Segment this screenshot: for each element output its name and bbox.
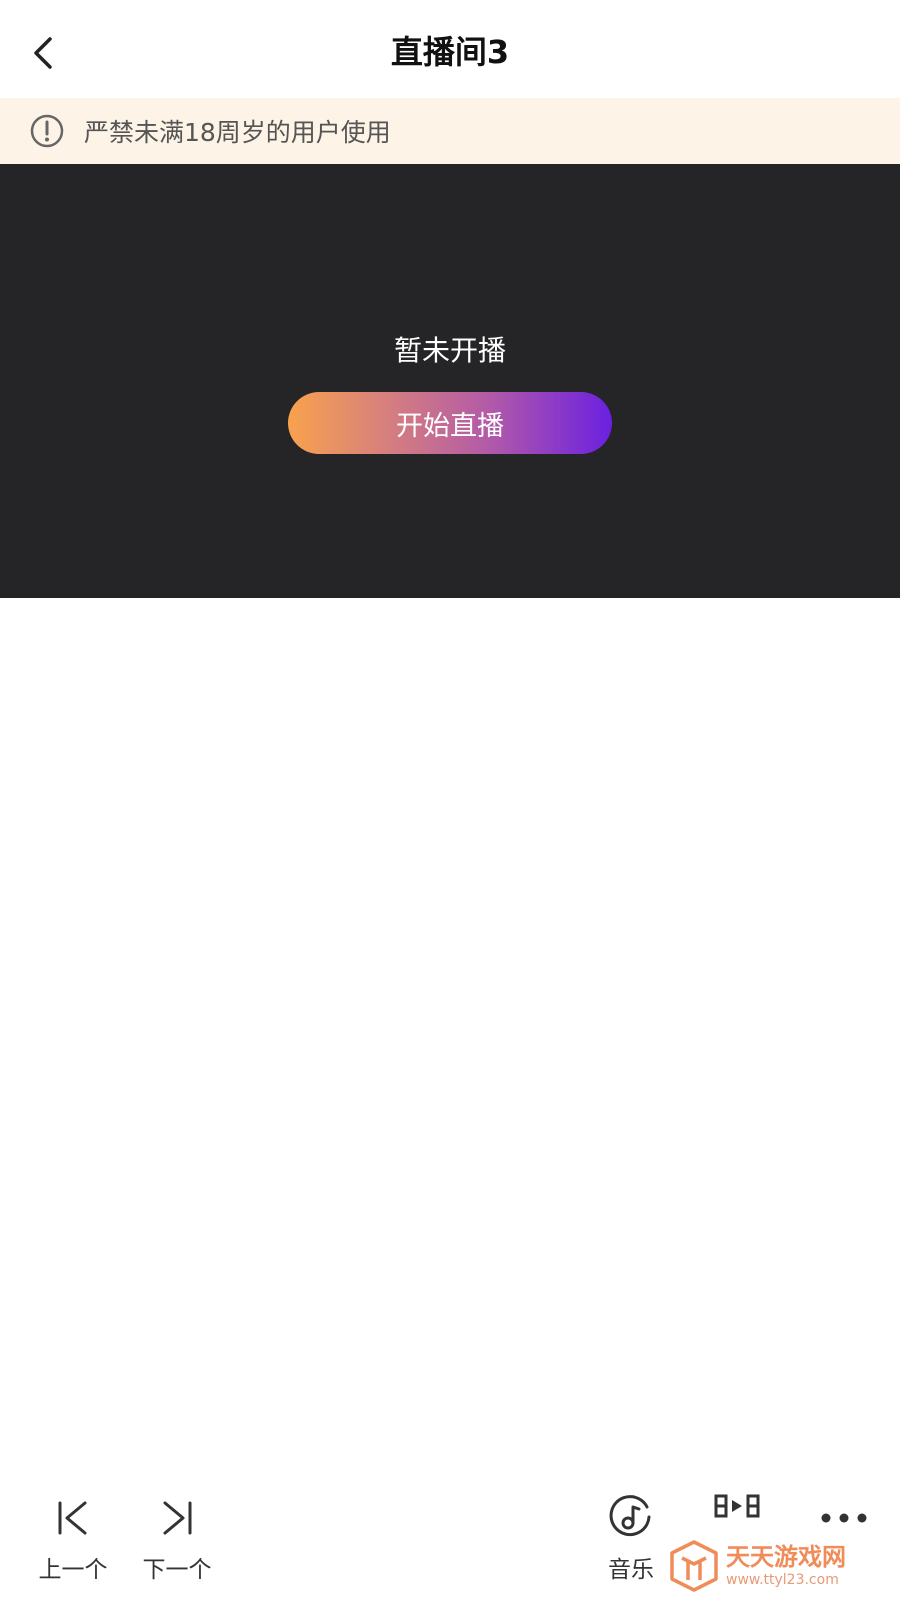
previous-button[interactable]: 上一个 [28, 1494, 118, 1584]
watermark-url: www.ttyl23.com [726, 1572, 839, 1588]
next-label: 下一个 [142, 1557, 212, 1583]
start-live-button[interactable]: 开始直播 [288, 392, 612, 454]
header-bar: 直播间3 [0, 0, 900, 100]
video-clip-button[interactable] [708, 1494, 768, 1542]
music-label: 音乐 [608, 1557, 654, 1583]
watermark-logo-icon [670, 1540, 718, 1592]
previous-label: 上一个 [38, 1557, 108, 1583]
live-status-text: 暂未开播 [393, 334, 506, 367]
watermark-text: 天天游戏网 www.ttyl23.com [726, 1543, 846, 1589]
live-video-area: 暂未开播 开始直播 [0, 164, 900, 598]
more-button[interactable] [812, 1494, 876, 1542]
age-warning-banner: 严禁未满18周岁的用户使用 [0, 98, 900, 164]
music-button[interactable]: 音乐 [600, 1494, 664, 1584]
watermark-name: 天天游戏网 [726, 1543, 846, 1571]
skip-next-icon [159, 1494, 195, 1542]
age-warning-text: 严禁未满18周岁的用户使用 [84, 118, 391, 147]
page-title: 直播间3 [390, 33, 510, 71]
more-dots-icon [820, 1494, 868, 1542]
info-circle-icon [30, 114, 64, 148]
site-watermark: 天天游戏网 www.ttyl23.com [668, 1538, 894, 1594]
music-note-icon [609, 1494, 655, 1542]
video-clip-icon [714, 1494, 762, 1542]
next-button[interactable]: 下一个 [132, 1494, 222, 1584]
skip-previous-icon [55, 1494, 91, 1542]
